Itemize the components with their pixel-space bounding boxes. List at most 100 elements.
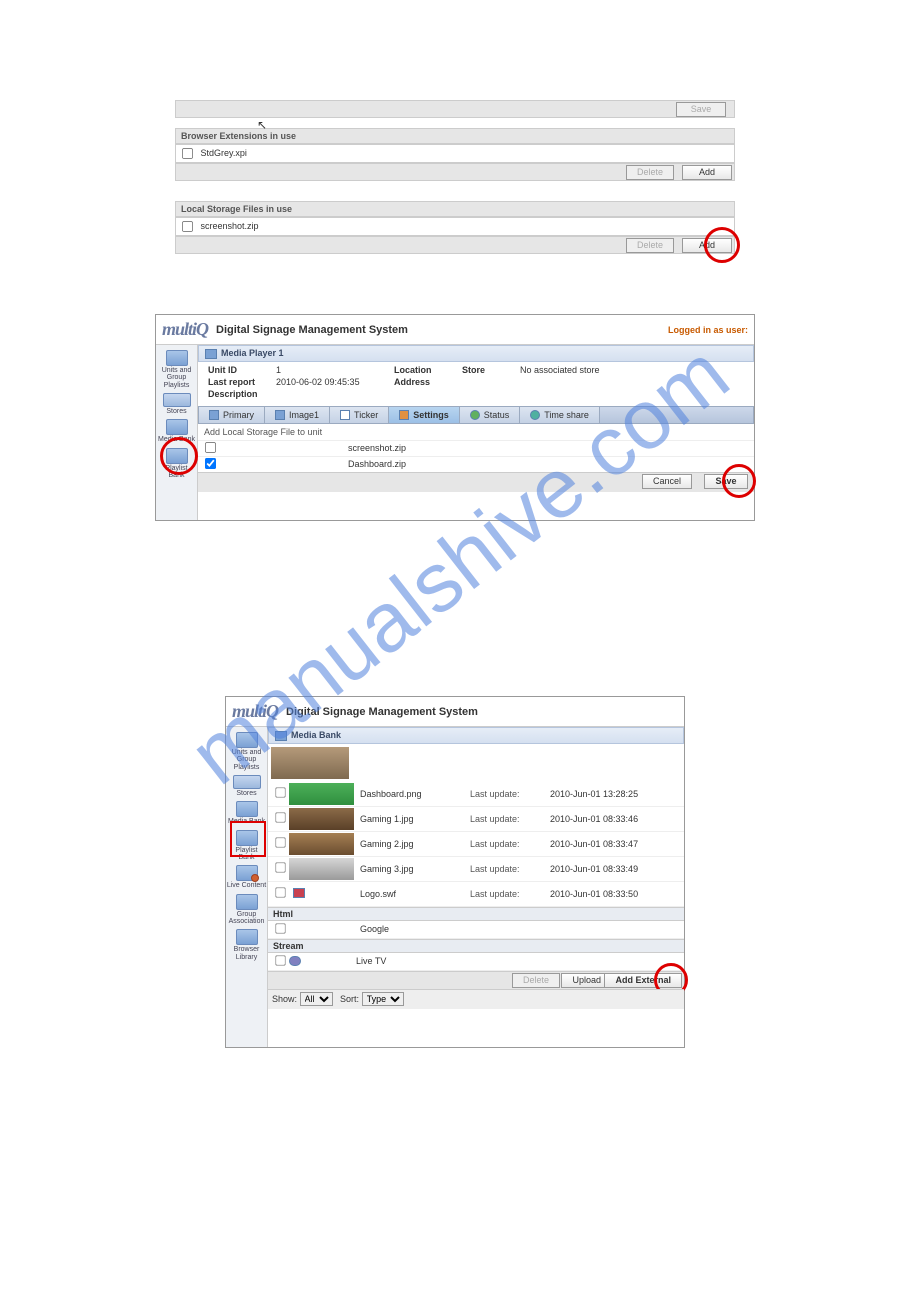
last-report-value: 2010-06-02 09:45:35 bbox=[276, 377, 386, 387]
delete-storage-button[interactable]: Delete bbox=[626, 238, 674, 253]
delete-ext-button[interactable]: Delete bbox=[626, 165, 674, 180]
livecontent-icon bbox=[236, 865, 258, 881]
media-label-3: Last update: bbox=[470, 864, 550, 874]
sidebar-item-stores-3[interactable]: Stores bbox=[227, 774, 267, 798]
html-row: Google bbox=[268, 921, 684, 939]
sort-select[interactable]: Type bbox=[362, 992, 404, 1006]
stores-icon-3 bbox=[233, 775, 261, 789]
store-value: No associated store bbox=[520, 365, 744, 375]
browserlib-icon bbox=[236, 929, 258, 945]
media-check-3[interactable] bbox=[275, 862, 285, 872]
sidebar: Units and Group Playlists Stores Media B… bbox=[156, 345, 198, 520]
logo: multiQ bbox=[162, 319, 208, 340]
annotation-circle bbox=[704, 227, 740, 263]
ext-action-bar: Delete Add bbox=[175, 163, 735, 181]
info-row-1: Unit ID 1 Location Store No associated s… bbox=[198, 362, 754, 402]
media-check-0[interactable] bbox=[275, 787, 285, 797]
media-row-0: Dashboard.png Last update: 2010-Jun-01 1… bbox=[268, 782, 684, 807]
media-thumb-0 bbox=[289, 783, 354, 805]
show-select[interactable]: All bbox=[300, 992, 333, 1006]
mediabank-panel-icon bbox=[275, 731, 287, 741]
cursor-icon: ↖ bbox=[257, 118, 267, 132]
delete-media-button[interactable]: Delete bbox=[512, 973, 560, 988]
media-check-4[interactable] bbox=[275, 887, 285, 897]
address-label: Address bbox=[394, 377, 454, 387]
add-ext-button[interactable]: Add bbox=[682, 165, 732, 180]
cancel-button[interactable]: Cancel bbox=[642, 474, 692, 489]
ticker-icon bbox=[340, 410, 350, 420]
panel-title: Media Player 1 bbox=[198, 345, 754, 362]
media-label-2: Last update: bbox=[470, 839, 550, 849]
media-check-1[interactable] bbox=[275, 812, 285, 822]
stream-check[interactable] bbox=[275, 955, 285, 965]
sidebar-item-units[interactable]: Units and Group Playlists bbox=[157, 349, 197, 390]
media-row-1: Gaming 1.jpg Last update: 2010-Jun-01 08… bbox=[268, 807, 684, 832]
app-window-settings: multiQ Digital Signage Management System… bbox=[155, 314, 755, 521]
file-row-2: Dashboard.zip bbox=[198, 456, 754, 472]
panel-title-3: Media Bank bbox=[268, 727, 684, 744]
media-date-3: 2010-Jun-01 08:33:49 bbox=[550, 864, 670, 874]
settings-icon bbox=[399, 410, 409, 420]
html-name: Google bbox=[360, 924, 470, 934]
sidebar-item-stores[interactable]: Stores bbox=[157, 392, 197, 416]
file-checkbox-1[interactable] bbox=[204, 442, 215, 453]
sidebar-item-group-assoc[interactable]: Group Association bbox=[227, 893, 267, 927]
section-extensions-files: Save ↖ Browser Extensions in use StdGrey… bbox=[175, 100, 735, 254]
media-name-2: Gaming 2.jpg bbox=[360, 839, 470, 849]
app-header-3: multiQ Digital Signage Management System bbox=[226, 697, 684, 727]
description-label: Description bbox=[208, 389, 268, 399]
file-name-2: Dashboard.zip bbox=[342, 457, 754, 471]
tab-ticker[interactable]: Ticker bbox=[330, 407, 389, 423]
media-thumb-3 bbox=[289, 858, 354, 880]
store-label: Store bbox=[462, 365, 512, 375]
media-date-2: 2010-Jun-01 08:33:47 bbox=[550, 839, 670, 849]
app-header: multiQ Digital Signage Management System… bbox=[156, 315, 754, 345]
panel-icon bbox=[205, 349, 217, 359]
storage-row: screenshot.zip bbox=[175, 217, 735, 236]
media-name-4: Logo.swf bbox=[360, 889, 470, 899]
save-button[interactable]: Save bbox=[676, 102, 726, 117]
media-name-3: Gaming 3.jpg bbox=[360, 864, 470, 874]
sidebar-item-browser-lib[interactable]: Browser Library bbox=[227, 928, 267, 962]
ext-checkbox[interactable] bbox=[182, 148, 193, 159]
tab-image1[interactable]: Image1 bbox=[265, 407, 330, 423]
location-label: Location bbox=[394, 365, 454, 375]
media-name-1: Gaming 1.jpg bbox=[360, 814, 470, 824]
media-row-3: Gaming 3.jpg Last update: 2010-Jun-01 08… bbox=[268, 857, 684, 882]
media-row-2: Gaming 2.jpg Last update: 2010-Jun-01 08… bbox=[268, 832, 684, 857]
login-info: Logged in as user: bbox=[668, 325, 748, 335]
local-storage-header: Local Storage Files in use bbox=[175, 201, 735, 217]
annotation-circle-save bbox=[722, 464, 756, 498]
media-action-bar: Delete Upload Add External bbox=[268, 971, 684, 989]
media-label-0: Last update: bbox=[470, 789, 550, 799]
storage-checkbox[interactable] bbox=[182, 221, 193, 232]
html-header: Html bbox=[268, 907, 684, 921]
sidebar-item-live-content[interactable]: Live Content bbox=[227, 864, 267, 890]
file-row-1: screenshot.zip bbox=[198, 440, 754, 456]
tab-status[interactable]: Status bbox=[460, 407, 521, 423]
media-name-0: Dashboard.png bbox=[360, 789, 470, 799]
primary-icon bbox=[209, 410, 219, 420]
subhead: Add Local Storage File to unit bbox=[198, 424, 754, 440]
file-checkbox-2[interactable] bbox=[204, 458, 215, 469]
main-panel-3: Media Bank Dashboard.png Last update: 20… bbox=[268, 727, 684, 1047]
file-name-1: screenshot.zip bbox=[342, 441, 754, 455]
media-thumb-2 bbox=[289, 833, 354, 855]
media-date-1: 2010-Jun-01 08:33:46 bbox=[550, 814, 670, 824]
html-check[interactable] bbox=[275, 923, 285, 933]
tab-settings[interactable]: Settings bbox=[389, 407, 460, 423]
file-list: screenshot.zip Dashboard.zip bbox=[198, 440, 754, 472]
stream-name: Live TV bbox=[356, 956, 466, 966]
tab-timeshare[interactable]: Time share bbox=[520, 407, 600, 423]
sidebar-item-units-3[interactable]: Units and Group Playlists bbox=[227, 731, 267, 772]
annotation-circle-mediabank bbox=[160, 437, 198, 475]
swf-icon bbox=[293, 888, 305, 898]
sort-label: Sort: bbox=[340, 994, 359, 1004]
app-window-mediabank: multiQ Digital Signage Management System… bbox=[225, 696, 685, 1048]
tab-primary[interactable]: Primary bbox=[199, 407, 265, 423]
ext-row: StdGrey.xpi bbox=[175, 144, 735, 163]
media-label-4: Last update: bbox=[470, 889, 550, 899]
units-icon bbox=[166, 350, 188, 366]
mediabank-icon-3 bbox=[236, 801, 258, 817]
media-check-2[interactable] bbox=[275, 837, 285, 847]
